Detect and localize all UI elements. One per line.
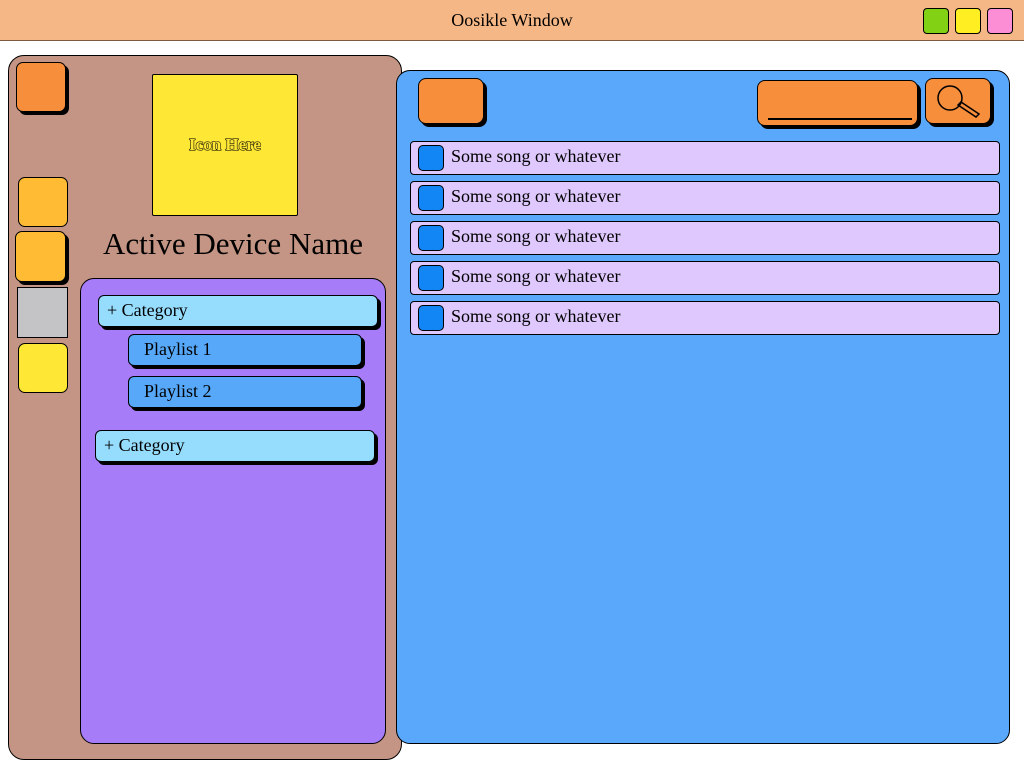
active-device-name: Active Device Name	[103, 226, 363, 261]
action-button[interactable]	[418, 78, 484, 124]
song-title: Some song or whatever	[451, 186, 621, 206]
song-icon	[418, 145, 444, 171]
song-row[interactable]: Some song or whatever	[410, 301, 1000, 335]
window-title: Oosikle Window	[451, 10, 573, 30]
song-title: Some song or whatever	[451, 266, 621, 286]
device-icon-placeholder: Icon Here	[152, 74, 298, 216]
song-icon	[418, 265, 444, 291]
window-button-pink[interactable]	[987, 8, 1013, 34]
song-row[interactable]: Some song or whatever	[410, 221, 1000, 255]
playlist-item[interactable]: Playlist 1	[128, 334, 362, 366]
tool-button-4[interactable]	[18, 343, 68, 393]
song-icon	[418, 225, 444, 251]
song-icon	[418, 185, 444, 211]
playlist-item[interactable]: Playlist 2	[128, 376, 362, 408]
song-title: Some song or whatever	[451, 146, 621, 166]
tool-button-1[interactable]	[18, 177, 68, 227]
song-icon	[418, 305, 444, 331]
window-button-green[interactable]	[923, 8, 949, 34]
icon-placeholder-label: Icon Here	[189, 135, 262, 155]
window-button-yellow[interactable]	[955, 8, 981, 34]
search-input-underline	[768, 118, 912, 120]
tool-button-2[interactable]	[15, 231, 66, 282]
category-header[interactable]: + Category	[98, 295, 378, 327]
song-row[interactable]: Some song or whatever	[410, 141, 1000, 175]
song-row[interactable]: Some song or whatever	[410, 181, 1000, 215]
search-button[interactable]	[925, 78, 991, 124]
magnifier-icon	[936, 84, 980, 118]
song-title: Some song or whatever	[451, 226, 621, 246]
category-header[interactable]: + Category	[95, 430, 375, 462]
search-input[interactable]	[757, 80, 918, 126]
song-row[interactable]: Some song or whatever	[410, 261, 1000, 295]
tool-button-3[interactable]	[17, 287, 68, 338]
song-title: Some song or whatever	[451, 306, 621, 326]
menu-button[interactable]	[16, 62, 66, 112]
